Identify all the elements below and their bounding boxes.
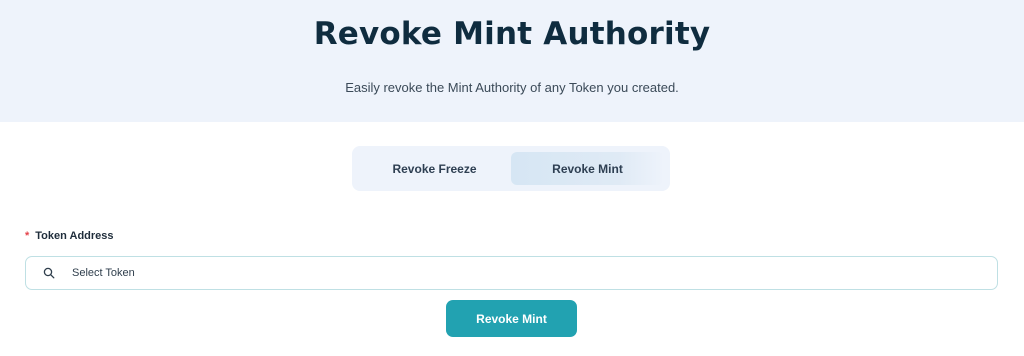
revoke-mint-button[interactable]: Revoke Mint bbox=[446, 300, 577, 337]
search-icon bbox=[42, 266, 56, 280]
tab-revoke-freeze[interactable]: Revoke Freeze bbox=[358, 152, 511, 185]
page-subtitle: Easily revoke the Mint Authority of any … bbox=[345, 80, 679, 95]
token-select[interactable]: Select Token bbox=[25, 256, 998, 290]
token-address-label: * Token Address bbox=[25, 230, 114, 242]
token-address-label-text: Token Address bbox=[35, 230, 114, 242]
page-title: Revoke Mint Authority bbox=[313, 16, 711, 52]
revoke-type-tabs: Revoke Freeze Revoke Mint bbox=[352, 146, 670, 191]
hero-banner: Revoke Mint Authority Easily revoke the … bbox=[0, 0, 1024, 122]
tab-revoke-mint[interactable]: Revoke Mint bbox=[511, 152, 664, 185]
required-marker: * bbox=[25, 230, 30, 242]
token-select-placeholder: Select Token bbox=[72, 267, 135, 279]
